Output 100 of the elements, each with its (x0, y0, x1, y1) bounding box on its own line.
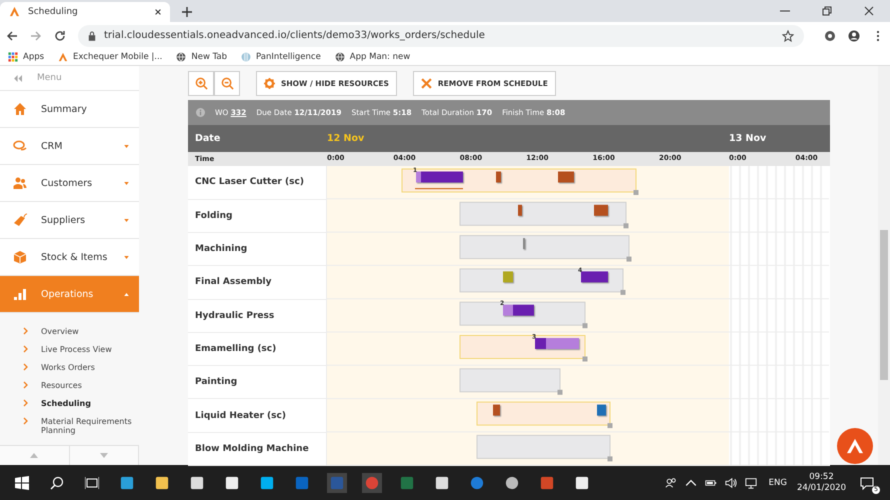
resource-name: Hydraulic Press (195, 310, 274, 321)
scroll-down-button[interactable] (70, 446, 139, 466)
speaker-icon[interactable] (724, 476, 737, 489)
cross-icon (420, 78, 432, 89)
reload-icon[interactable] (54, 30, 66, 42)
resource-name: Folding (195, 210, 232, 221)
chat-bubbles-icon (13, 139, 27, 154)
speech-bubble-icon (860, 476, 874, 490)
gantt-bar-drawing[interactable] (460, 202, 628, 229)
profile-icon[interactable] (848, 30, 860, 42)
resource-name: Final Assembly (195, 277, 272, 288)
scrollbar-thumb[interactable] (880, 230, 888, 380)
app-icon[interactable] (505, 476, 519, 490)
caret-icon (124, 144, 129, 148)
address-bar[interactable]: trial.cloudessentials.oneadvanced.io/clients/demo33/works_orders/schedule (78, 24, 804, 47)
submenu-item[interactable]: Material Requirements Planning (0, 413, 139, 440)
date-header: Date (194, 133, 222, 144)
striped-circle-icon (241, 52, 251, 62)
chevron-right-icon (23, 345, 28, 354)
restore-icon[interactable] (822, 6, 832, 16)
chevron-right-icon (23, 417, 28, 426)
gantt-bar-drawing[interactable] (460, 335, 588, 362)
back-arrow-icon[interactable] (6, 30, 18, 42)
date-label: 12 Nov (327, 133, 364, 144)
double-chevron-left-icon (14, 74, 23, 82)
caret-up-icon (30, 453, 38, 458)
resource-name: Emamelling (sc) (195, 344, 276, 354)
zoom-in-icon (194, 76, 208, 90)
chevron-right-icon (23, 327, 28, 336)
app-icon[interactable] (190, 476, 204, 490)
zoom-in-button[interactable] (188, 70, 214, 96)
app-icon[interactable] (225, 476, 239, 490)
triangle-logo-icon (58, 52, 68, 62)
app-icon[interactable] (435, 476, 449, 490)
caret-icon (124, 256, 129, 259)
bookmark[interactable]: PanIntelligence (241, 52, 321, 62)
clock[interactable]: 09:52 24/01/2020 (797, 472, 846, 494)
sidebar-item[interactable]: Suppliers (0, 202, 139, 240)
info-icon (196, 108, 205, 118)
task-view-icon[interactable] (85, 476, 99, 490)
logo-button[interactable] (837, 428, 873, 464)
app-icon[interactable] (155, 476, 169, 490)
resource-name: Painting (195, 377, 238, 388)
zoom-out-button[interactable] (214, 70, 240, 96)
chevron-right-icon (23, 381, 28, 390)
close-icon[interactable] (864, 6, 874, 16)
scroll-up-button[interactable] (0, 446, 70, 466)
globe-icon (334, 52, 345, 62)
app-icon[interactable] (260, 476, 274, 490)
resource-name: Blow Molding Machine (195, 444, 309, 454)
scrollbar[interactable] (878, 66, 890, 466)
people-icon (13, 176, 27, 190)
resource-name: Liquid Heater (sc) (195, 410, 286, 421)
sidebar-item[interactable]: Customers (0, 165, 139, 202)
submenu-item[interactable]: Resources (0, 377, 139, 396)
submenu-item[interactable]: Works Orders (0, 359, 139, 378)
caret-icon (124, 182, 129, 185)
sidebar-item[interactable]: CRM (0, 128, 139, 166)
gantt-bar-drawing[interactable] (402, 168, 638, 196)
people-icon[interactable] (664, 476, 677, 489)
browser-tab[interactable]: Scheduling (0, 2, 170, 22)
gear-icon (264, 78, 275, 89)
bookmark[interactable]: Apps (8, 52, 44, 62)
bookmark[interactable]: App Man: new (334, 52, 410, 62)
submenu-item[interactable]: Overview (0, 323, 139, 342)
windows-logo-icon[interactable] (15, 476, 29, 490)
search-icon[interactable] (50, 476, 64, 490)
plus-icon[interactable] (182, 6, 192, 17)
bookmark[interactable]: New Tab (176, 52, 227, 62)
box-icon (13, 250, 27, 264)
apps-grid-icon (8, 52, 18, 62)
extension-icon[interactable] (824, 30, 836, 42)
home-icon (13, 102, 27, 116)
triangle-logo-icon (9, 6, 20, 18)
submenu-item[interactable]: Scheduling (0, 395, 139, 414)
date-label: 13 Nov (729, 133, 766, 144)
lock-icon (88, 30, 96, 41)
bar-chart-icon (13, 287, 27, 302)
network-icon[interactable] (744, 476, 757, 489)
chevron-right-icon (23, 399, 28, 408)
caret-down-icon (100, 453, 108, 458)
gantt-bar-drawing[interactable] (476, 402, 612, 428)
caret-icon (124, 292, 129, 296)
bookmark[interactable]: Exchequer Mobile |... (58, 52, 162, 62)
submenu-item[interactable]: Live Process View (0, 341, 139, 360)
star-icon[interactable] (782, 30, 794, 42)
caret-icon (124, 218, 129, 222)
sidebar-item[interactable]: Summary (0, 91, 139, 128)
globe-icon (176, 52, 186, 62)
gantt-bar-drawing[interactable] (460, 268, 626, 296)
triangle-logo-icon (846, 438, 864, 454)
resource-name: Machining (195, 244, 248, 254)
chevron-right-icon (23, 363, 28, 372)
app-icon[interactable] (575, 476, 589, 490)
close-icon[interactable] (154, 8, 162, 16)
language-indicator[interactable]: ENG (768, 478, 787, 488)
resource-name: CNC Laser Cutter (sc) (195, 177, 304, 188)
tag-icon (13, 213, 27, 228)
zoom-out-icon (220, 76, 234, 90)
gantt-bar-drawing[interactable] (460, 302, 588, 329)
